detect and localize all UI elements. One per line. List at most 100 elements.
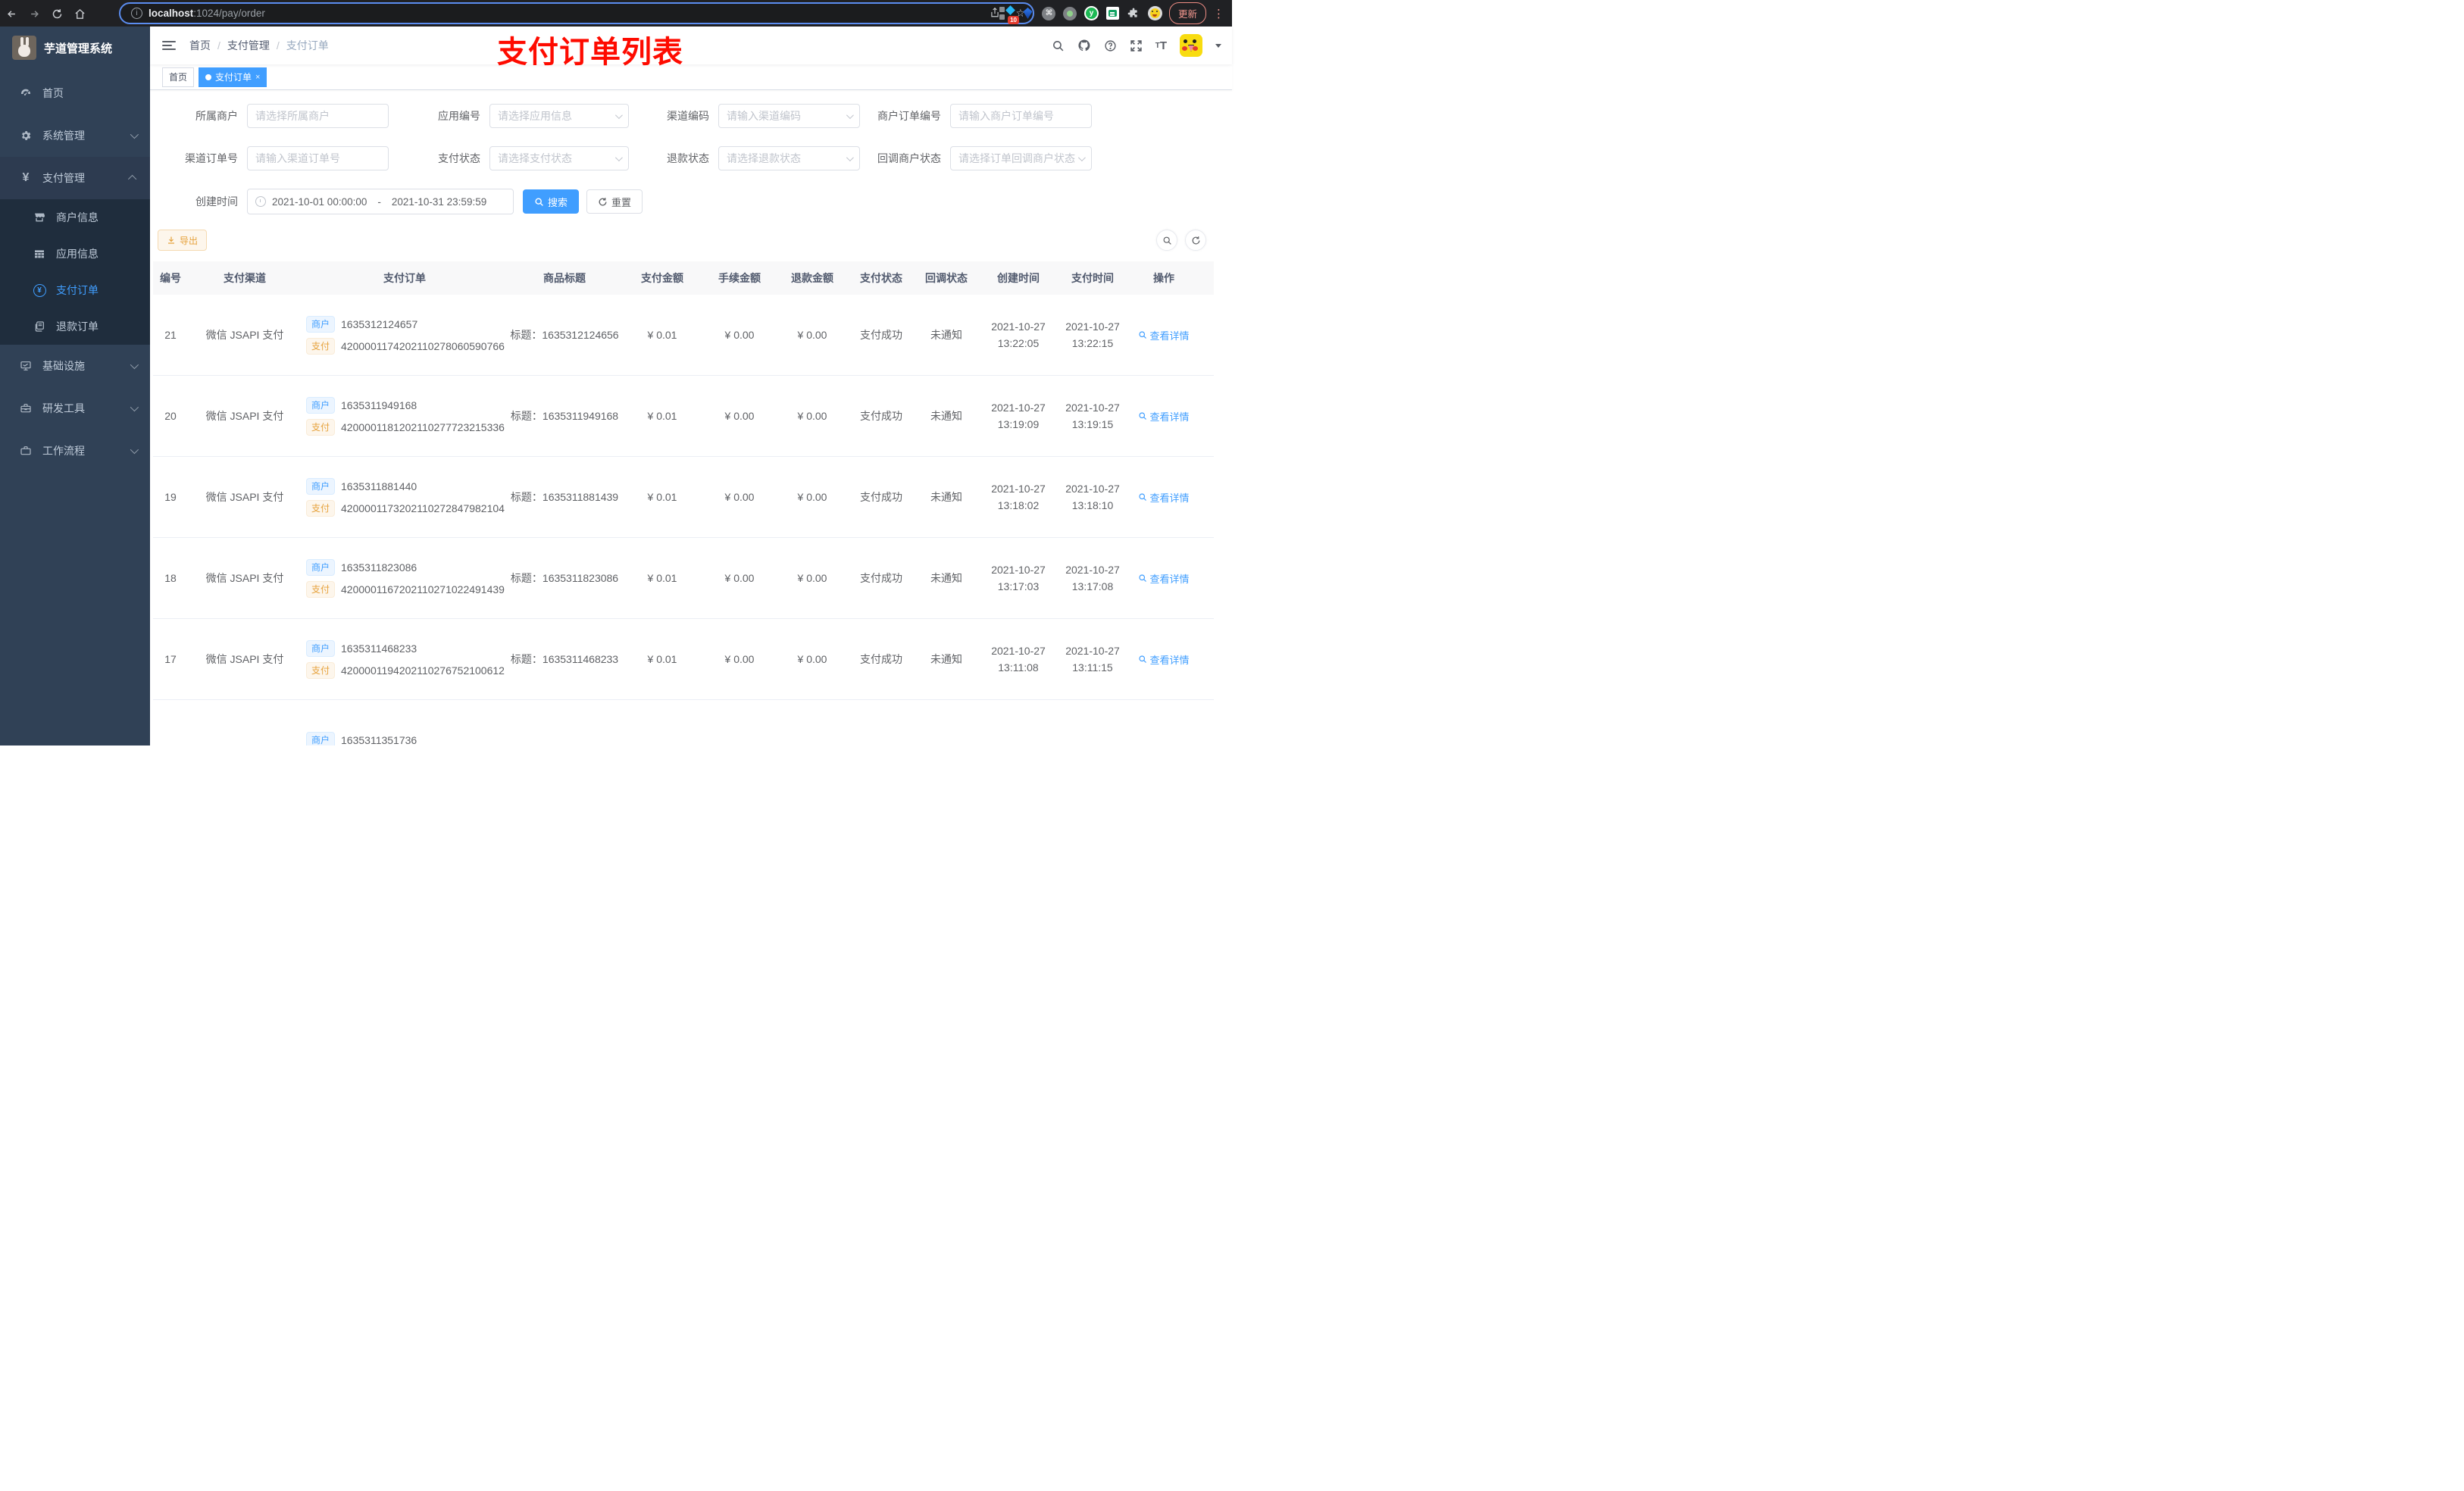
- filter-input[interactable]: [247, 104, 389, 128]
- tab-close-icon[interactable]: ×: [255, 68, 260, 86]
- merchant-tag: 商户: [306, 732, 336, 746]
- main-content: 所属商户应用编号请选择应用信息渠道编码请输入渠道编码商户订单编号渠道订单号支付状…: [150, 90, 1232, 746]
- cell-action: 查看详情: [1127, 652, 1200, 667]
- date-range-input[interactable]: 2021-10-01 00:00:00 - 2021-10-31 23:59:5…: [247, 189, 514, 214]
- filter-select[interactable]: 请选择支付状态: [489, 146, 629, 170]
- sidebar-item-5[interactable]: 工作流程: [0, 430, 150, 472]
- extension-y-icon[interactable]: y: [1083, 6, 1099, 20]
- column-header-9: 创建时间: [997, 272, 1040, 284]
- cell-title: 标题：1635311949168: [510, 410, 619, 422]
- view-detail-link[interactable]: 查看详情: [1138, 652, 1190, 667]
- cell-amount: ¥ 0.01: [647, 329, 677, 341]
- view-detail-link[interactable]: 查看详情: [1138, 409, 1190, 424]
- gear-icon: [17, 130, 35, 142]
- fullscreen-icon[interactable]: [1130, 39, 1143, 52]
- sidebar-item-2[interactable]: ¥ 支付管理: [0, 157, 150, 199]
- filter-input[interactable]: [950, 104, 1092, 128]
- extension-command-icon[interactable]: ⌘: [1042, 6, 1056, 20]
- sidebar-subitem-label: 商户信息: [56, 211, 98, 223]
- sidebar-subitem-2-3[interactable]: 退款订单: [0, 308, 150, 345]
- cell-id: 17: [164, 653, 177, 665]
- reset-button[interactable]: 重置: [586, 189, 643, 214]
- filter-select[interactable]: 请选择应用信息: [489, 104, 629, 128]
- date-start-value: 2021-10-01 00:00:00: [272, 195, 367, 208]
- sidebar-item-4[interactable]: 研发工具: [0, 387, 150, 430]
- column-header-8: 回调状态: [925, 272, 968, 284]
- sidebar-item-label: 研发工具: [42, 402, 85, 414]
- search-button[interactable]: 搜索: [523, 189, 580, 214]
- sidebar-subitem-2-2[interactable]: ¥ 支付订单: [0, 272, 150, 308]
- sidebar-item-0[interactable]: 首页: [0, 72, 150, 114]
- breadcrumb-item-1[interactable]: 支付管理: [227, 38, 270, 53]
- sidebar-subitem-2-1[interactable]: 应用信息: [0, 236, 150, 272]
- help-icon[interactable]: [1104, 39, 1117, 52]
- pay-tag: 支付: [306, 661, 336, 679]
- cell-paid: 2021-10-27 13:18:10: [1065, 483, 1120, 511]
- cell-notify: 未通知: [930, 410, 962, 422]
- filter-text-input[interactable]: [255, 110, 380, 122]
- search-icon[interactable]: [1052, 39, 1065, 52]
- show-search-toggle-button[interactable]: [1156, 230, 1177, 251]
- merchant-order-no: 1635311881440: [341, 480, 417, 492]
- user-avatar[interactable]: [1180, 34, 1202, 57]
- view-detail-link[interactable]: 查看详情: [1138, 490, 1190, 505]
- breadcrumb-item-0[interactable]: 首页: [189, 38, 211, 53]
- filter-text-input[interactable]: [958, 110, 1083, 122]
- sidebar-item-label: 首页: [42, 87, 64, 99]
- cell-action: 查看详情: [1127, 328, 1200, 342]
- tab-1[interactable]: 支付订单 ×: [199, 67, 267, 87]
- extension-chat-icon[interactable]: [1105, 6, 1120, 20]
- cell-channel: 微信 JSAPI 支付: [205, 653, 284, 665]
- view-detail-link[interactable]: 查看详情: [1138, 328, 1190, 342]
- sidebar-item-1[interactable]: 系统管理: [0, 114, 150, 157]
- chrome-menu-icon[interactable]: ⋮: [1213, 7, 1226, 20]
- view-detail-link[interactable]: 查看详情: [1138, 571, 1190, 586]
- sidebar: 芋道管理系统 首页系统管理 ¥ 支付管理商户信息应用信息 ¥ 支付订单 退款订单 基础设施研…: [0, 27, 150, 746]
- filter-select[interactable]: 请选择退款状态: [718, 146, 860, 170]
- column-header-5: 手续金额: [718, 272, 761, 284]
- filter-input[interactable]: [247, 146, 389, 170]
- cell-amount: ¥ 0.01: [647, 410, 677, 422]
- home-icon[interactable]: [68, 7, 91, 20]
- reload-icon[interactable]: [45, 7, 68, 20]
- back-icon[interactable]: [0, 7, 23, 20]
- sidebar-item-3[interactable]: 基础设施: [0, 345, 150, 387]
- shop-icon: [30, 211, 48, 223]
- merchant-tag: 商户: [306, 558, 336, 576]
- sidebar-submenu: 商户信息应用信息 ¥ 支付订单 退款订单: [0, 199, 150, 345]
- extensions-puzzle-icon[interactable]: [1127, 6, 1141, 20]
- tab-0[interactable]: 首页: [162, 67, 195, 87]
- avatar-caret-icon[interactable]: [1215, 43, 1221, 48]
- chrome-update-button[interactable]: 更新: [1168, 2, 1206, 24]
- app-logo[interactable]: 芋道管理系统: [0, 27, 150, 69]
- toolbox-icon: [17, 402, 35, 414]
- github-icon[interactable]: [1077, 39, 1091, 52]
- collapse-sidebar-icon[interactable]: [162, 39, 176, 52]
- pay-order-no: 4200001174202110278060590766: [341, 339, 505, 352]
- pay-order-no: 4200001173202110272847982104: [341, 502, 505, 514]
- profile-avatar-icon[interactable]: [1147, 6, 1162, 20]
- extension-diamond-icon[interactable]: 10: [999, 5, 1019, 24]
- sidebar-subitem-2-0[interactable]: 商户信息: [0, 199, 150, 236]
- url-text: localhost:1024/pay/order: [149, 8, 265, 19]
- merchant-order-no: 1635311351736: [341, 734, 417, 746]
- refresh-table-button[interactable]: [1185, 230, 1206, 251]
- column-header-11: 操作: [1153, 272, 1174, 284]
- forward-icon[interactable]: [23, 7, 45, 20]
- export-button[interactable]: 导出: [158, 230, 208, 251]
- filter-select[interactable]: 请输入渠道编码: [718, 104, 860, 128]
- dashboard-icon: [17, 87, 35, 99]
- cell-created: 2021-10-27 13:22:05: [991, 320, 1046, 349]
- select-placeholder: 请选择支付状态: [498, 152, 573, 164]
- site-info-icon[interactable]: i: [131, 8, 142, 19]
- pay-tag: 支付: [306, 418, 336, 436]
- cell-status: 支付成功: [860, 329, 902, 341]
- extension-record-icon[interactable]: [1063, 6, 1077, 20]
- address-bar[interactable]: i localhost:1024/pay/order ☆: [119, 2, 1034, 24]
- cell-channel: 微信 JSAPI 支付: [205, 329, 284, 341]
- breadcrumb-item-2: 支付订单: [286, 39, 329, 52]
- filter-select[interactable]: 请选择订单回调商户状态: [950, 146, 1092, 170]
- font-size-icon[interactable]: TT: [1155, 39, 1167, 52]
- extension-gem-icon[interactable]: [1021, 6, 1035, 20]
- filter-text-input[interactable]: [255, 152, 380, 164]
